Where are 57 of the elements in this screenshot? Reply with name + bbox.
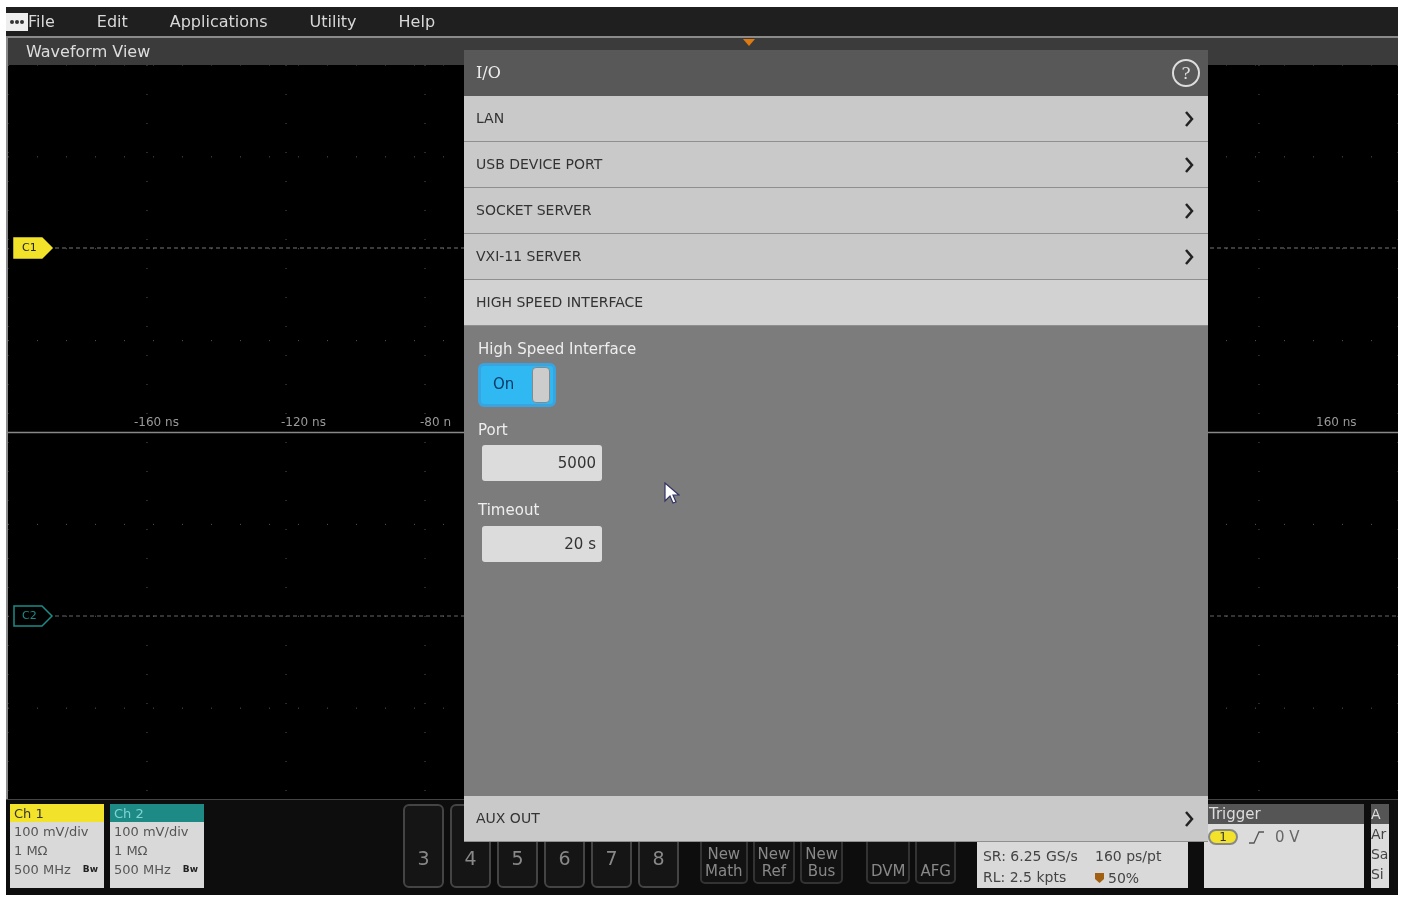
input-field[interactable]: 20 s xyxy=(482,525,602,562)
channel-scale: 100 mV/div xyxy=(113,823,190,841)
channel-bandwidth: 500 MHz xyxy=(114,861,171,879)
chevron-right-icon xyxy=(1184,809,1194,828)
menu-section[interactable]: USB DEVICE PORT xyxy=(464,142,1208,188)
help-button[interactable]: ? xyxy=(1172,59,1200,87)
menu-item[interactable]: Utility xyxy=(309,9,357,34)
input-field[interactable]: 5000 xyxy=(482,445,602,481)
time-axis-label: -80 n xyxy=(420,414,452,431)
menu-item[interactable]: Help xyxy=(398,9,436,34)
channel-badge[interactable]: Ch 2 100 mV/div 1 MΩ 500 MHz Bw xyxy=(110,804,204,888)
bandwidth-limit-mark: Bw xyxy=(82,863,98,876)
menu-section[interactable]: AUX OUT xyxy=(464,796,1208,842)
chevron-right-icon xyxy=(1184,247,1194,266)
toggle-switch[interactable]: On xyxy=(478,362,556,407)
channel-title: Ch 1 xyxy=(10,804,104,822)
sample-rate: SR: 6.25 GS/s xyxy=(983,847,1079,866)
trigger-position-icon xyxy=(1095,872,1104,883)
trigger-position: 50% xyxy=(1108,868,1140,888)
bandwidth-limit-mark: Bw xyxy=(182,863,198,876)
chevron-right-icon xyxy=(1184,155,1194,174)
time-axis-label: -120 ns xyxy=(281,414,326,431)
view-title: Waveform View xyxy=(26,40,151,63)
channel-button[interactable]: 3 xyxy=(403,804,444,888)
trigger-panel[interactable]: Trigger 1 0 V xyxy=(1204,804,1364,888)
menu-section[interactable]: SOCKET SERVER xyxy=(464,188,1208,234)
menu-item[interactable]: Applications xyxy=(169,9,268,34)
channel-impedance: 1 MΩ xyxy=(113,842,149,860)
channel-title: Ch 2 xyxy=(110,804,204,822)
trigger-source: 1 xyxy=(1208,829,1238,846)
chevron-right-icon xyxy=(1184,109,1194,128)
menu-section[interactable]: HIGH SPEED INTERFACE xyxy=(464,280,1208,326)
channel-scale: 100 mV/div xyxy=(13,823,90,841)
field-label: Port xyxy=(478,419,508,441)
channel-bandwidth: 500 MHz xyxy=(14,861,71,879)
channel-badge[interactable]: Ch 1 100 mV/div 1 MΩ 500 MHz Bw xyxy=(10,804,104,888)
toggle-label: High Speed Interface xyxy=(478,339,637,360)
menu-icon[interactable] xyxy=(6,12,28,31)
menu-item[interactable]: File xyxy=(28,9,55,34)
mouse-pointer-icon xyxy=(664,482,680,504)
channel-marker[interactable]: C2 xyxy=(12,604,54,628)
time-axis-label: 160 ns xyxy=(1316,414,1357,431)
menu-item[interactable]: Edit xyxy=(96,9,128,34)
menu-section[interactable]: VXI-11 SERVER xyxy=(464,234,1208,280)
field-label: Timeout xyxy=(478,500,540,521)
chevron-right-icon xyxy=(1184,201,1194,220)
time-axis-label: -160 ns xyxy=(134,414,179,431)
rising-edge-icon xyxy=(1248,829,1265,845)
record-length: RL: 2.5 kpts xyxy=(983,868,1068,887)
dialog-title: I/O xyxy=(476,62,501,84)
sample-interval: 160 ps/pt xyxy=(1095,847,1163,866)
channel-impedance: 1 MΩ xyxy=(13,842,49,860)
channel-marker[interactable]: C1 xyxy=(12,236,54,260)
menu-section[interactable]: LAN xyxy=(464,96,1208,142)
trigger-position-marker xyxy=(743,39,755,47)
acquisition-mode-panel[interactable]: A Ar Sa Si xyxy=(1371,804,1389,888)
trigger-level: 0 V xyxy=(1275,827,1300,848)
